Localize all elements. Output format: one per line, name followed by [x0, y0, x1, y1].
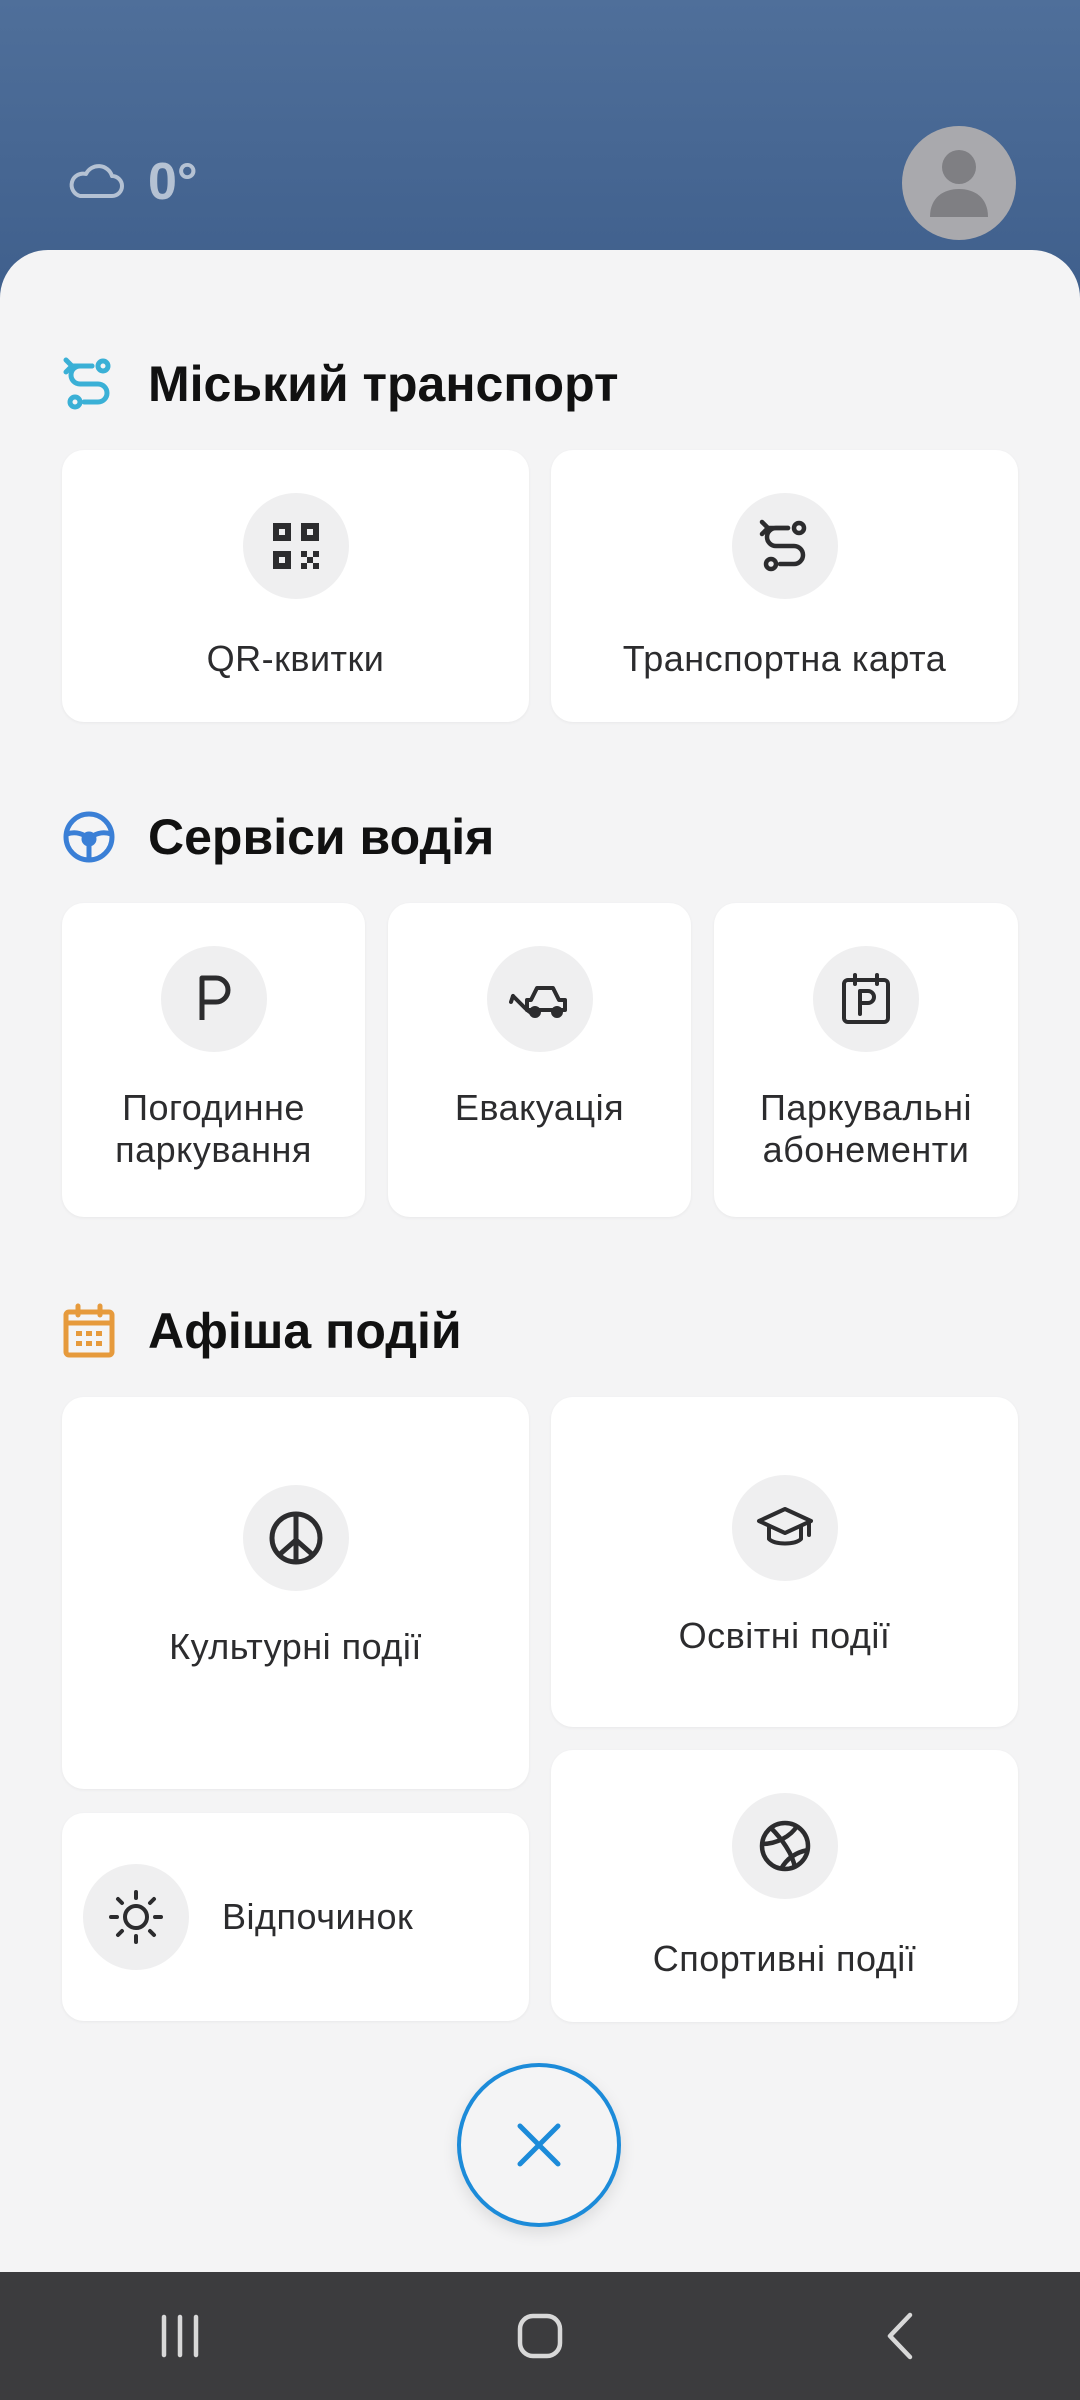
section-transport-header: Міський транспорт — [62, 355, 618, 413]
recent-apps-button[interactable] — [120, 2286, 240, 2386]
route-icon — [62, 357, 116, 411]
user-avatar-button[interactable] — [902, 126, 1016, 240]
card-educational-events[interactable]: Освітні події — [551, 1397, 1018, 1727]
section-driver-title: Сервіси водія — [148, 809, 495, 865]
section-driver-header: Сервіси водія — [62, 808, 494, 866]
steering-wheel-icon — [62, 810, 116, 864]
peace-icon — [243, 1485, 349, 1591]
card-label: Культурні події — [169, 1626, 422, 1667]
tow-truck-icon — [487, 946, 593, 1052]
card-label: Освітні події — [678, 1615, 891, 1656]
system-navigation-bar — [0, 2272, 1080, 2400]
card-recreation[interactable]: Відпочинок — [62, 1813, 529, 2021]
basketball-icon — [732, 1793, 838, 1899]
card-label: Погодинне паркування — [115, 1087, 312, 1170]
card-label: Паркувальні абонементи — [760, 1087, 972, 1170]
section-events-header: Афіша подій — [62, 1302, 462, 1360]
back-icon — [887, 2312, 913, 2360]
back-button[interactable] — [840, 2286, 960, 2386]
close-icon — [517, 2123, 561, 2167]
home-icon — [517, 2313, 563, 2359]
card-qr-tickets[interactable]: QR-квитки — [62, 450, 529, 722]
temperature-value: 0° — [148, 153, 198, 211]
card-sports-events[interactable]: Спортивні події — [551, 1750, 1018, 2022]
section-transport-title: Міський транспорт — [148, 356, 619, 412]
home-button[interactable] — [480, 2286, 600, 2386]
card-parking-subscriptions[interactable]: Паркувальні абонементи — [714, 903, 1018, 1217]
card-label: Спортивні події — [652, 1938, 917, 1979]
close-button[interactable] — [457, 2063, 621, 2227]
card-evacuation[interactable]: Евакуація — [388, 903, 691, 1217]
graduation-cap-icon — [732, 1475, 838, 1581]
calendar-icon — [62, 1303, 116, 1358]
card-label: Евакуація — [454, 1087, 625, 1128]
qr-code-icon — [243, 493, 349, 599]
card-hourly-parking[interactable]: Погодинне паркування — [62, 903, 365, 1217]
card-label: Транспортна карта — [622, 638, 947, 679]
card-label: Відпочинок — [222, 1896, 414, 1937]
section-events-title: Афіша подій — [148, 1303, 462, 1359]
parking-calendar-icon — [813, 946, 919, 1052]
recent-apps-icon — [161, 2314, 199, 2358]
user-avatar-icon — [930, 150, 988, 217]
card-transport-card[interactable]: Транспортна карта — [551, 450, 1018, 722]
weather-widget[interactable]: 0° — [66, 152, 198, 212]
cloud-icon — [69, 164, 124, 198]
sun-icon — [83, 1864, 189, 1970]
card-cultural-events[interactable]: Культурні події — [62, 1397, 529, 1789]
parking-icon — [161, 946, 267, 1052]
route-icon — [732, 493, 838, 599]
card-label: QR-квитки — [206, 638, 385, 679]
